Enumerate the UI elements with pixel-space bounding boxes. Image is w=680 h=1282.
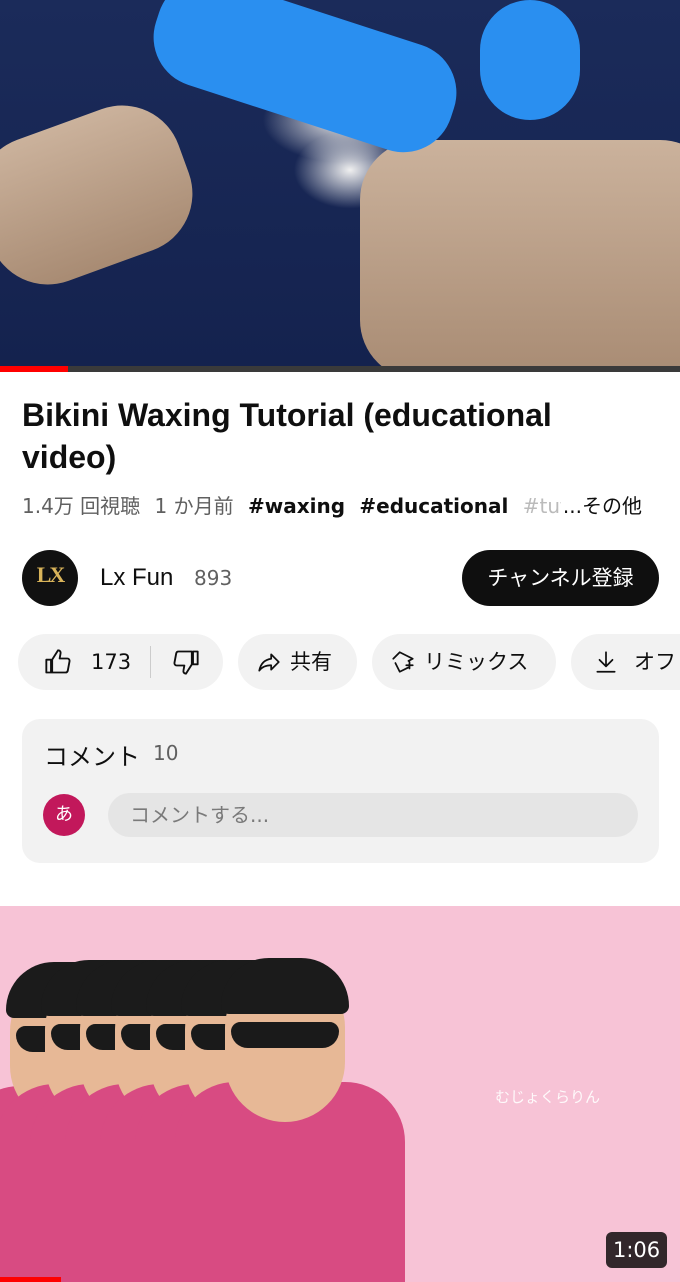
video-frame-leg: [0, 88, 210, 302]
channel-name[interactable]: Lx Fun: [100, 564, 173, 592]
thumbnail-watermark: むじょくらりん: [495, 1088, 601, 1106]
thumbs-up-icon[interactable]: [44, 648, 72, 676]
video-meta[interactable]: 1.4万 回視聴 1 か月前 #waxing #educational #tut…: [22, 490, 662, 520]
channel-logo: LX: [36, 562, 66, 587]
divider: [150, 646, 151, 678]
thumbnail-person: [175, 932, 405, 1282]
video-frame-leg: [360, 140, 680, 372]
action-bar: 173 共有 リミックス オフ: [18, 634, 680, 690]
upload-age: 1 か月前: [154, 494, 234, 518]
video-title: Bikini Waxing Tutorial (educational vide…: [22, 397, 552, 475]
more-link[interactable]: ...その他: [560, 490, 642, 519]
comments-title: コメント: [44, 743, 140, 771]
video-frame: [0, 0, 680, 372]
video-progress-fill: [0, 366, 68, 372]
remix-icon: [392, 651, 414, 673]
comments-count: 10: [153, 741, 179, 765]
download-icon: [596, 651, 616, 673]
remix-label: リミックス: [424, 650, 529, 674]
comments-section[interactable]: コメント 10 あ: [22, 719, 659, 863]
video-progress-bar[interactable]: [0, 366, 680, 372]
video-frame-glove: [140, 0, 470, 166]
hashtag[interactable]: #waxing: [248, 494, 345, 518]
channel-row: LX Lx Fun 893 チャンネル登録: [22, 548, 662, 608]
channel-avatar[interactable]: LX: [22, 550, 78, 606]
share-label: 共有: [290, 650, 332, 674]
user-avatar: あ: [43, 794, 85, 836]
video-player[interactable]: [0, 0, 680, 372]
share-button[interactable]: 共有: [238, 634, 357, 690]
next-video-progress: [0, 1277, 62, 1282]
remix-button[interactable]: リミックス: [372, 634, 556, 690]
download-button[interactable]: オフ: [571, 634, 680, 690]
download-label: オフ: [634, 650, 676, 674]
thumbs-down-icon[interactable]: [172, 648, 200, 676]
comment-input[interactable]: [108, 793, 638, 837]
share-icon: [258, 653, 280, 672]
subscriber-count: 893: [194, 566, 233, 590]
like-dislike-group: 173: [18, 634, 223, 690]
next-video-thumbnail[interactable]: むじょくらりん: [0, 906, 680, 1282]
view-count: 1.4万 回視聴: [22, 494, 141, 518]
like-count[interactable]: 173: [91, 634, 131, 690]
subscribe-button[interactable]: チャンネル登録: [462, 550, 659, 606]
hashtag[interactable]: #educational: [359, 494, 508, 518]
duration-badge: 1:06: [606, 1232, 668, 1268]
video-frame-glove: [480, 0, 580, 120]
